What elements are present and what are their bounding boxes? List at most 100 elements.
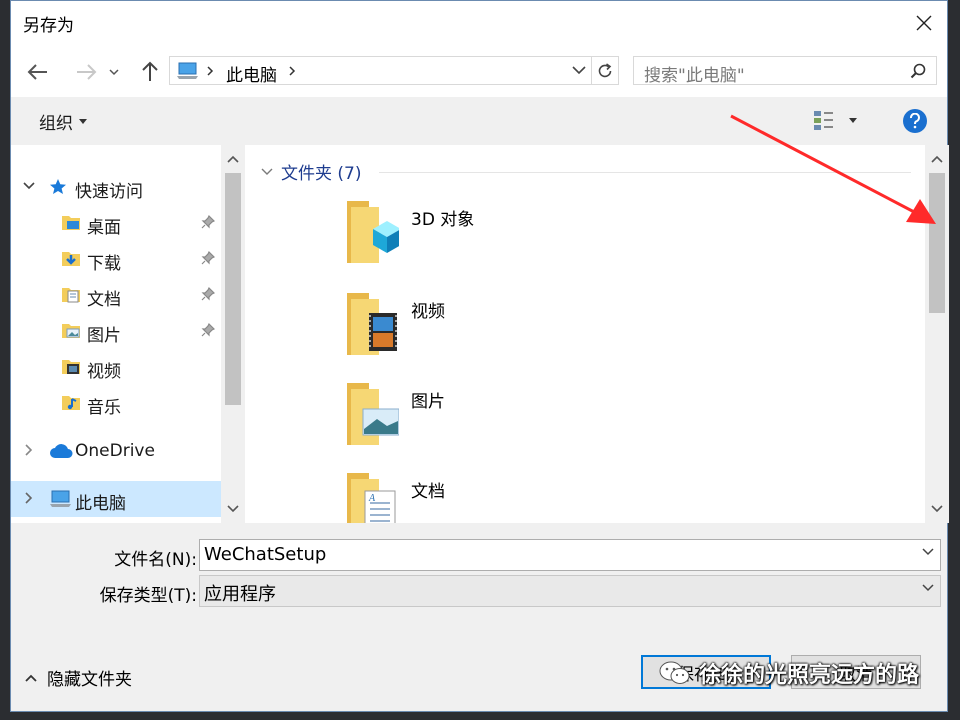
documents-folder-icon xyxy=(62,288,80,303)
chevron-down-icon xyxy=(922,584,934,592)
organize-menu[interactable]: 组织 xyxy=(39,109,87,134)
chevron-right-icon xyxy=(289,66,296,76)
sidebar-item-label: 桌面 xyxy=(87,218,121,238)
toolbar: 组织 xyxy=(11,97,947,146)
sidebar-item-documents[interactable]: 文档 xyxy=(11,277,221,313)
pin-icon xyxy=(201,215,215,229)
sidebar-item-music[interactable]: 音乐 xyxy=(11,385,221,421)
sidebar-item-onedrive[interactable]: OneDrive xyxy=(11,433,221,469)
chevron-down-icon xyxy=(23,182,35,190)
filename-input[interactable]: WeChatSetup xyxy=(199,539,941,571)
sidebar-item-this-pc[interactable]: 此电脑 xyxy=(11,481,221,517)
pin-icon xyxy=(201,251,215,265)
group-label: 文件夹 (7) xyxy=(281,164,362,184)
sidebar-item-downloads[interactable]: 下载 xyxy=(11,241,221,277)
chevron-down-icon xyxy=(109,69,119,76)
recent-locations-button[interactable] xyxy=(107,59,121,85)
3d-objects-folder-icon xyxy=(347,201,401,263)
address-path[interactable]: 此电脑 xyxy=(226,61,277,86)
videos-folder-icon xyxy=(62,360,80,374)
help-icon xyxy=(910,113,920,129)
scroll-down-arrow-icon xyxy=(931,505,943,513)
sidebar-item-desktop[interactable]: 桌面 xyxy=(11,205,221,241)
group-header[interactable]: 文件夹 (7) xyxy=(261,159,361,184)
folder-label: 视频 xyxy=(411,302,445,322)
navigation-bar: 此电脑 搜索"此电脑" xyxy=(11,45,947,97)
forward-button[interactable] xyxy=(73,59,99,85)
dialog-title: 另存为 xyxy=(23,16,74,36)
chevron-down-icon[interactable] xyxy=(922,548,934,556)
search-input[interactable]: 搜索"此电脑" xyxy=(644,61,745,86)
chevron-down-icon xyxy=(261,168,273,175)
refresh-button[interactable] xyxy=(591,57,618,84)
sidebar-item-pictures[interactable]: 图片 xyxy=(11,313,221,349)
watermark: 徐徐的光照亮远方的路 xyxy=(659,657,919,689)
filetype-value: 应用程序 xyxy=(204,584,276,605)
group-divider xyxy=(379,172,911,173)
folder-pictures[interactable]: 图片 xyxy=(339,379,739,469)
refresh-icon xyxy=(598,62,612,77)
caret-down-icon xyxy=(79,119,87,124)
sidebar-item-videos[interactable]: 视频 xyxy=(11,349,221,385)
videos-folder-icon xyxy=(347,293,397,355)
filetype-label: 保存类型(T): xyxy=(99,586,197,606)
documents-folder-icon: A xyxy=(347,473,396,523)
scroll-up-arrow-icon xyxy=(931,155,943,163)
sidebar-item-label: 图片 xyxy=(87,326,121,346)
arrow-right-icon xyxy=(77,64,97,80)
computer-icon xyxy=(50,490,71,507)
address-dropdown-button[interactable] xyxy=(568,57,590,84)
chevron-right-icon xyxy=(207,66,214,76)
wechat-logo-icon xyxy=(659,661,690,684)
view-options-button[interactable] xyxy=(813,107,861,133)
help-button[interactable] xyxy=(903,109,927,133)
save-as-dialog: 另存为 此电脑 搜索"此电脑" 组织 快速访问 桌面 下载 文档 图片 视频 音… xyxy=(10,0,949,712)
desktop-folder-icon xyxy=(62,216,80,230)
filename-label: 文件名(N): xyxy=(114,550,197,570)
filename-row: 文件名(N): WeChatSetup xyxy=(11,539,947,571)
sidebar-item-label: 此电脑 xyxy=(75,494,126,514)
pictures-folder-icon xyxy=(347,383,400,445)
chevron-right-icon xyxy=(25,444,33,456)
folder-videos[interactable]: 视频 xyxy=(339,289,739,379)
sidebar-item-label: 快速访问 xyxy=(75,182,143,202)
arrow-left-icon xyxy=(27,64,47,80)
folder-3d-objects[interactable]: 3D 对象 xyxy=(339,197,739,287)
title-bar: 另存为 xyxy=(11,1,947,45)
hide-folders-toggle[interactable]: 隐藏文件夹 xyxy=(25,665,132,690)
sidebar-item-label: 视频 xyxy=(87,362,121,382)
search-icon xyxy=(910,63,926,79)
filetype-select[interactable]: 应用程序 xyxy=(199,575,941,607)
sidebar-item-label: 下载 xyxy=(87,254,121,274)
up-button[interactable] xyxy=(137,59,163,85)
filename-value: WeChatSetup xyxy=(204,544,327,565)
organize-label: 组织 xyxy=(39,114,73,134)
sidebar-item-label: OneDrive xyxy=(75,441,155,461)
address-bar[interactable]: 此电脑 xyxy=(169,56,619,86)
back-button[interactable] xyxy=(25,59,51,85)
star-icon xyxy=(50,179,66,194)
chevron-right-icon xyxy=(25,492,33,504)
sidebar-scrollbar[interactable] xyxy=(221,145,245,523)
content-scrollbar-thumb[interactable] xyxy=(929,173,945,313)
sidebar-item-label: 文档 xyxy=(87,290,121,310)
sidebar-scrollbar-thumb[interactable] xyxy=(225,173,241,405)
chevron-down-icon xyxy=(572,66,586,75)
close-icon xyxy=(916,15,932,31)
search-box[interactable]: 搜索"此电脑" xyxy=(633,56,937,86)
arrow-up-icon xyxy=(142,61,158,81)
computer-icon xyxy=(177,62,198,79)
content-scrollbar[interactable] xyxy=(925,145,949,523)
cloud-icon xyxy=(50,444,73,458)
folder-documents[interactable]: A 文档 xyxy=(339,469,739,523)
folder-label: 文档 xyxy=(411,482,445,502)
watermark-text: 徐徐的光照亮远方的路 xyxy=(699,663,920,688)
view-details-icon xyxy=(814,111,833,130)
sidebar-item-quick-access[interactable]: 快速访问 xyxy=(11,169,221,205)
scroll-down-arrow-icon xyxy=(227,505,239,513)
close-button[interactable] xyxy=(907,7,941,39)
sidebar-item-label: 音乐 xyxy=(87,398,121,418)
caret-down-icon xyxy=(849,117,857,123)
svg-text:A: A xyxy=(368,493,376,504)
download-folder-icon xyxy=(62,252,80,266)
